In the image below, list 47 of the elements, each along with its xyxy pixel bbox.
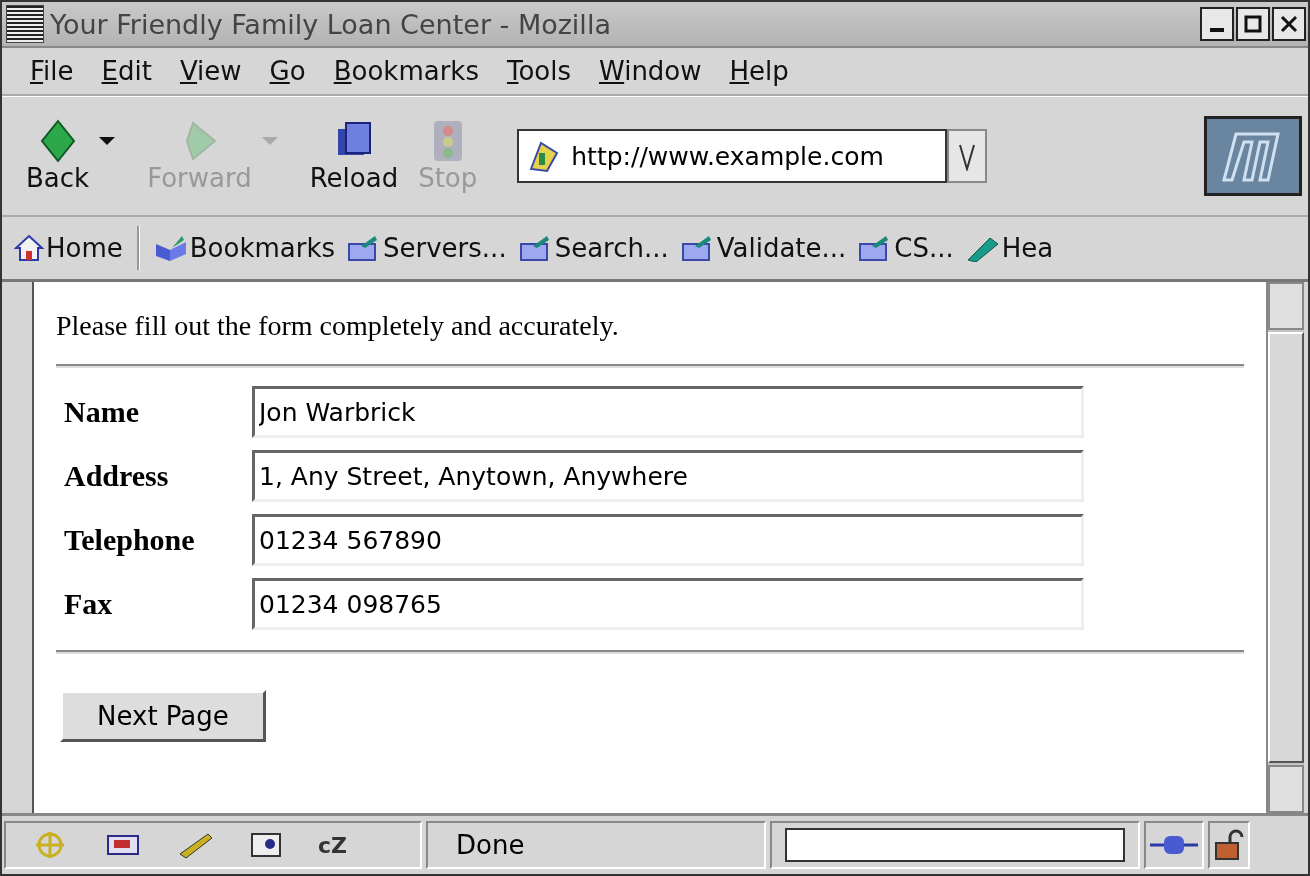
bookmark-item[interactable]: CS... <box>852 233 960 263</box>
window-title: Your Friendly Family Loan Center - Mozilla <box>50 8 612 40</box>
menu-item[interactable]: File <box>16 52 88 90</box>
menu-item[interactable]: Edit <box>87 52 166 90</box>
address-field[interactable]: http://www.example.com <box>517 129 948 183</box>
next-page-button[interactable]: Next Page <box>60 690 266 742</box>
bookmark-item[interactable]: Hea <box>959 233 1060 263</box>
house-icon <box>14 234 44 262</box>
bookmark-item[interactable]: Bookmarks <box>147 233 342 263</box>
back-button[interactable]: Back <box>16 119 100 193</box>
window-menu-icon[interactable] <box>6 5 44 43</box>
padlock-icon <box>1214 829 1244 861</box>
menu-item[interactable]: Window <box>585 52 716 90</box>
url-dropdown-button[interactable] <box>947 129 988 183</box>
field-label: Address <box>64 459 170 493</box>
menu-item[interactable]: Go <box>255 52 320 90</box>
menu-item[interactable]: Bookmarks <box>319 52 493 90</box>
logo-button[interactable] <box>1204 116 1302 196</box>
field-label: Telephone <box>64 523 196 557</box>
minimize-icon <box>1210 28 1224 32</box>
field-label: Name <box>64 395 140 429</box>
address-book-icon[interactable] <box>250 830 284 860</box>
maximize-icon <box>1244 15 1262 33</box>
scroll-down-button[interactable] <box>1268 765 1304 813</box>
bookmark-item[interactable]: Home <box>8 233 129 263</box>
url-text: http://www.example.com <box>571 141 884 171</box>
irc-chat-icon[interactable]: cZ <box>318 832 347 858</box>
text-field[interactable]: 01234 098765 <box>252 578 1084 630</box>
field-label: Fax <box>64 587 114 621</box>
instruction-text: Please fill out the form completely and accurately. <box>56 310 620 342</box>
bookmark-item[interactable]: Validate... <box>674 233 853 263</box>
bookmark-item[interactable]: Search... <box>512 233 675 263</box>
book-icon <box>153 234 188 262</box>
reload-button[interactable]: Reload <box>299 119 409 193</box>
status-text: Done <box>456 830 525 860</box>
bookmark-item[interactable]: Servers... <box>341 233 513 263</box>
close-icon <box>1279 14 1299 34</box>
menu-item[interactable]: Tools <box>492 52 585 90</box>
menu-item[interactable]: View <box>165 52 256 90</box>
text-field[interactable]: 01234 567890 <box>252 514 1084 566</box>
menu-item[interactable]: Help <box>715 52 803 90</box>
dropdown-caret-icon[interactable] <box>99 137 116 145</box>
close-button[interactable] <box>1272 7 1306 41</box>
scroll-up-button[interactable] <box>1268 282 1304 330</box>
maximize-button[interactable] <box>1236 7 1270 41</box>
text-field[interactable]: 1, Any Street, Anytown, Anywhere <box>252 450 1084 502</box>
minimize-button[interactable] <box>1200 7 1234 41</box>
